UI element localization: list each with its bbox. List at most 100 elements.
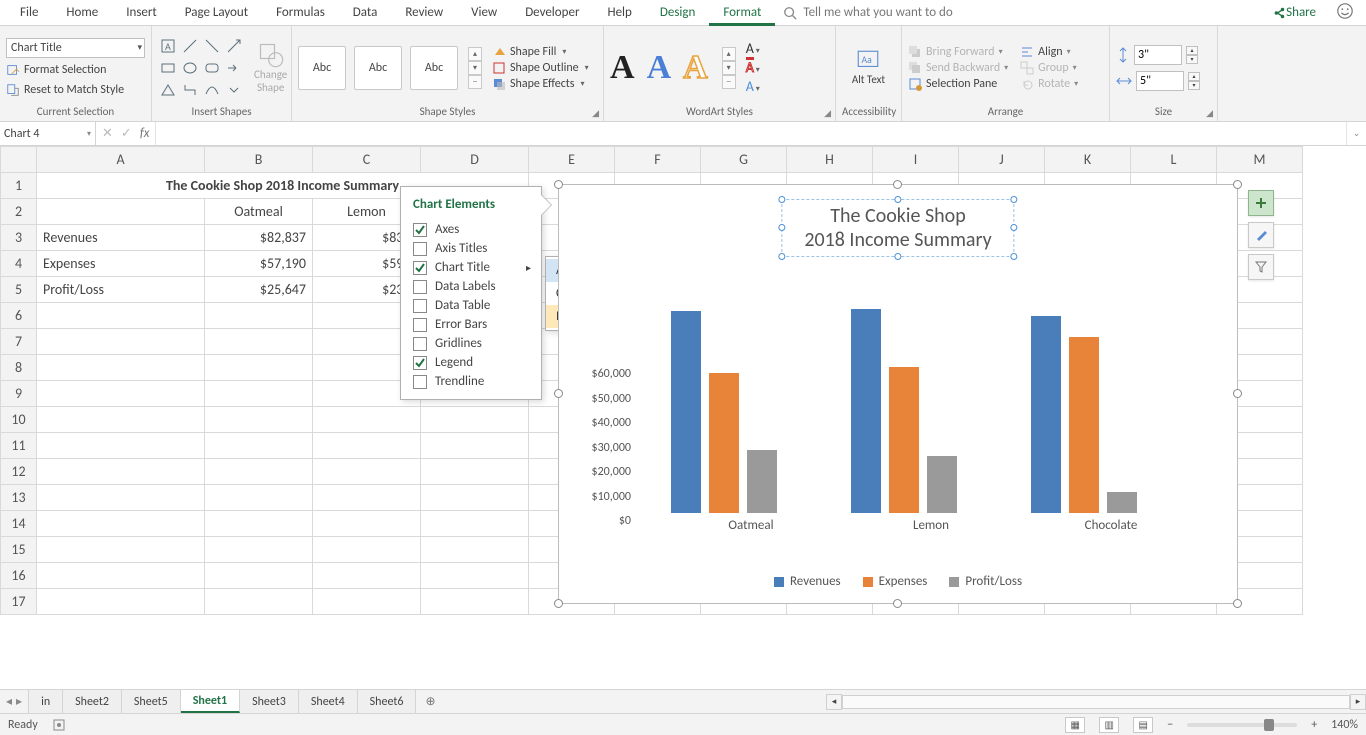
checkbox[interactable] [413,261,427,275]
scroll-right[interactable]: ▸ [1350,694,1366,710]
resize-handle[interactable] [554,389,563,398]
cell[interactable] [313,459,421,485]
sheet-tab[interactable]: Sheet3 [240,690,299,713]
cell[interactable] [37,563,205,589]
chart-bar[interactable] [1107,492,1137,513]
menu-data[interactable]: Data [339,0,392,26]
chart-element-item[interactable]: Legend [413,353,535,372]
cell[interactable] [313,433,421,459]
row-header[interactable]: 9 [1,381,37,407]
resize-handle[interactable] [893,180,902,189]
sheet-tab[interactable]: Sheet2 [63,690,122,713]
format-selection-button[interactable]: Format Selection [6,62,145,78]
resize-handle[interactable] [893,599,902,608]
cell[interactable] [37,303,205,329]
selection-pane-button[interactable]: Selection Pane [908,77,1008,91]
cell[interactable] [37,381,205,407]
width-field[interactable]: ▴▾ [1116,71,1200,91]
cell[interactable] [205,537,313,563]
col-header[interactable]: D [421,147,529,173]
spin-up[interactable]: ▴ [1186,46,1198,55]
gallery-scroll-down[interactable]: ▾ [722,61,736,75]
col-header[interactable]: J [959,147,1045,173]
scroll-left[interactable]: ◂ [826,694,842,710]
spin-down[interactable]: ▾ [1188,81,1200,90]
expand-formula-bar[interactable]: ⌄ [1346,122,1366,145]
chart-bar[interactable] [709,373,739,513]
zoom-in[interactable]: + [1311,718,1317,732]
menu-design[interactable]: Design [646,0,709,26]
cell[interactable] [313,407,421,433]
macro-record-icon[interactable] [52,718,66,732]
col-header[interactable]: E [529,147,615,173]
cell[interactable]: $57,190 [205,251,313,277]
gallery-expand[interactable]: ⎯ [468,75,482,89]
checkbox[interactable] [413,375,427,389]
cell[interactable] [37,407,205,433]
shape-triangle-icon[interactable] [158,80,178,100]
col-header[interactable]: G [701,147,787,173]
cell[interactable] [205,355,313,381]
shape-fill-button[interactable]: Shape Fill▾ [492,45,589,59]
height-input[interactable] [1134,45,1182,65]
chart-bar[interactable] [851,309,881,513]
col-header[interactable]: H [787,147,873,173]
dialog-launcher-icon[interactable]: ◢ [824,108,831,119]
shape-effects-button[interactable]: Shape Effects▾ [492,77,589,91]
shape-outline-button[interactable]: Shape Outline▾ [492,61,589,75]
row-header[interactable]: 7 [1,329,37,355]
cell[interactable] [205,589,313,615]
checkbox[interactable] [413,223,427,237]
cell[interactable]: Oatmeal [205,199,313,225]
chart-element-item[interactable]: Data Labels [413,277,535,296]
sheet-tab[interactable]: Sheet6 [358,690,417,713]
shape-line2-icon[interactable] [202,36,222,56]
cancel-formula-icon[interactable]: ✕ [102,126,113,141]
cell[interactable] [37,485,205,511]
checkbox[interactable] [413,242,427,256]
zoom-thumb[interactable] [1264,719,1274,731]
dialog-launcher-icon[interactable]: ◢ [1206,108,1213,119]
shape-style-thumb[interactable]: Abc [298,46,346,90]
resize-handle[interactable] [554,599,563,608]
shape-line-icon[interactable] [180,36,200,56]
chart-element-selector[interactable]: Chart Title ▾ [6,38,145,58]
chart-element-item[interactable]: Axes [413,220,535,239]
cell[interactable] [205,329,313,355]
view-page-layout-icon[interactable]: ▥ [1099,717,1119,733]
gallery-scroll-up[interactable]: ▴ [722,47,736,61]
cell[interactable] [37,355,205,381]
cell[interactable] [313,589,421,615]
select-all-corner[interactable] [1,147,37,173]
row-header[interactable]: 2 [1,199,37,225]
sheet-tab[interactable]: Sheet4 [299,690,358,713]
cell[interactable] [421,485,529,511]
chart-bar[interactable] [671,311,701,513]
cell[interactable]: Revenues [37,225,205,251]
text-effects-button[interactable]: A▾ [746,78,760,95]
row-header[interactable]: 11 [1,433,37,459]
spin-down[interactable]: ▾ [1186,55,1198,64]
wordart-style-2[interactable]: A [647,49,672,87]
row-header[interactable]: 3 [1,225,37,251]
text-outline-button[interactable]: A▾ [746,59,760,76]
width-input[interactable] [1136,71,1184,91]
zoom-out[interactable]: − [1167,718,1173,732]
col-header[interactable]: C [313,147,421,173]
fx-icon[interactable]: fx [140,126,150,141]
row-header[interactable]: 1 [1,173,37,199]
cell[interactable] [421,407,529,433]
checkbox[interactable] [413,356,427,370]
shape-style-gallery[interactable]: Abc Abc Abc ▴ ▾ ⎯ [298,46,482,90]
tab-nav-next[interactable]: ▸ [16,694,22,709]
chart-title[interactable]: The Cookie Shop2018 Income Summary [781,199,1014,257]
resize-handle[interactable] [1233,389,1242,398]
cell[interactable] [37,589,205,615]
chart-bar[interactable] [1031,316,1061,513]
cell[interactable] [205,563,313,589]
sheet-tab[interactable]: Sheet1 [181,690,240,713]
gallery-scroll-down[interactable]: ▾ [468,61,482,75]
height-field[interactable]: ▴▾ [1116,45,1200,65]
sheet-tab[interactable]: Sheet5 [122,690,181,713]
shape-oval-icon[interactable] [180,58,200,78]
